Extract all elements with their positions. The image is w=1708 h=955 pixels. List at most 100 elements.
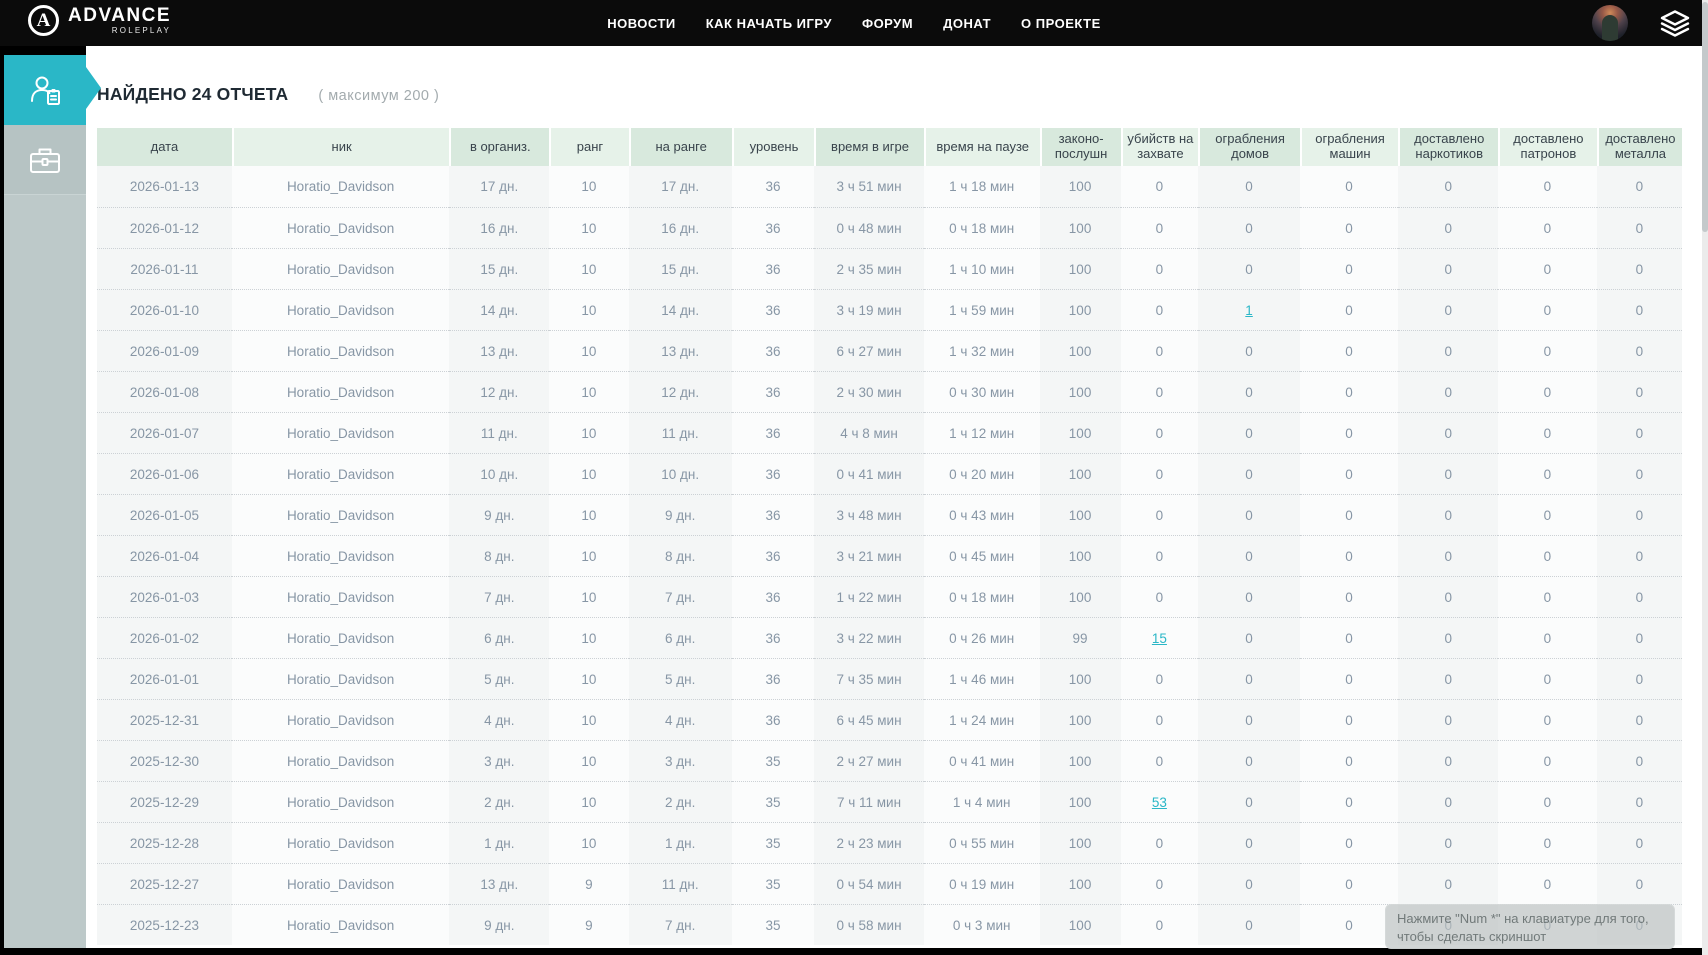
table-cell: 0 (1498, 330, 1597, 371)
table-cell: 17 дн. (449, 166, 550, 207)
table-row: 2026-01-01 Horatio_Davidson 5 дн. 10 5 дн. 36… (97, 658, 1684, 699)
table-cell: 0 ч 43 мин (923, 494, 1040, 535)
table-cell: 10 (549, 658, 629, 699)
table-cell: 0 (1398, 658, 1499, 699)
table-cell: 3 ч 22 мин (814, 617, 924, 658)
layers-icon[interactable] (1660, 10, 1690, 37)
page-scrollbar[interactable] (1702, 0, 1708, 955)
user-avatar[interactable] (1592, 5, 1628, 41)
table-cell: 0 (1120, 699, 1199, 740)
table-cell: 0 (1299, 166, 1399, 207)
table-cell: 15 (1120, 617, 1199, 658)
table-cell: 0 (1596, 699, 1683, 740)
scrollbar-thumb[interactable] (1702, 2, 1708, 232)
table-cell: 1 дн. (628, 822, 732, 863)
table-cell: 2026-01-11 (97, 248, 232, 289)
table-cell: 100 (1039, 371, 1121, 412)
table-cell: 0 (1398, 576, 1499, 617)
table-cell: 0 (1299, 781, 1399, 822)
column-header-12: ограбления машин (1299, 128, 1399, 166)
table-cell: 10 (549, 781, 629, 822)
table-cell: 0 (1198, 781, 1300, 822)
table-cell: Horatio_Davidson (231, 699, 450, 740)
table-cell: 36 (731, 289, 815, 330)
table-cell: 2026-01-07 (97, 412, 232, 453)
table-cell: 4 дн. (628, 699, 732, 740)
table-cell: 100 (1039, 412, 1121, 453)
nav-item-4[interactable]: ДОНАТ (943, 16, 991, 31)
table-row: 2025-12-27 Horatio_Davidson 13 дн. 9 11 дн. 3… (97, 863, 1684, 904)
table-cell: 14 дн. (628, 289, 732, 330)
table-cell: 0 (1498, 412, 1597, 453)
table-cell: 0 (1120, 166, 1199, 207)
table-cell: 2 дн. (628, 781, 732, 822)
table-cell: 0 (1398, 248, 1499, 289)
table-cell: 0 (1596, 207, 1683, 248)
table-cell: 0 (1498, 822, 1597, 863)
table-cell: 0 (1198, 166, 1300, 207)
table-cell: 2025-12-27 (97, 863, 232, 904)
table-cell: 10 (549, 412, 629, 453)
report-detail-link[interactable]: 53 (1152, 795, 1167, 810)
table-cell: 0 (1198, 248, 1300, 289)
table-cell: 0 (1398, 535, 1499, 576)
table-cell: 0 (1198, 535, 1300, 576)
table-cell: 0 (1120, 740, 1199, 781)
table-cell: 100 (1039, 904, 1121, 945)
table-cell: 9 дн. (628, 494, 732, 535)
table-cell: 10 (549, 166, 629, 207)
nav-item-1[interactable]: НОВОСТИ (607, 16, 676, 31)
table-cell: 36 (731, 699, 815, 740)
table-cell: 36 (731, 535, 815, 576)
table-cell: 0 (1120, 863, 1199, 904)
table-cell: 0 (1120, 494, 1199, 535)
table-cell: 6 ч 27 мин (814, 330, 924, 371)
table-cell: 0 (1596, 576, 1683, 617)
table-cell: 8 дн. (628, 535, 732, 576)
table-cell: 0 ч 54 мин (814, 863, 924, 904)
table-cell: 0 (1596, 822, 1683, 863)
table-cell: 0 (1596, 453, 1683, 494)
report-detail-link[interactable]: 15 (1152, 631, 1167, 646)
nav-item-5[interactable]: О ПРОЕКТЕ (1021, 16, 1101, 31)
table-cell: 10 (549, 740, 629, 781)
table-cell: 99 (1039, 617, 1121, 658)
table-cell: Horatio_Davidson (231, 740, 450, 781)
table-cell: 1 ч 4 мин (923, 781, 1040, 822)
table-cell: 0 ч 26 мин (923, 617, 1040, 658)
table-cell: 5 дн. (628, 658, 732, 699)
table-cell: 0 ч 18 мин (923, 576, 1040, 617)
table-cell: 36 (731, 617, 815, 658)
table-body: 2026-01-13 Horatio_Davidson 17 дн. 10 17 дн.… (97, 166, 1684, 945)
column-header-10: убийств на захвате (1120, 128, 1199, 166)
table-cell: 0 (1596, 371, 1683, 412)
column-header-5: на ранге (628, 128, 732, 166)
table-cell: 0 (1120, 535, 1199, 576)
nav-item-2[interactable]: КАК НАЧАТЬ ИГРУ (706, 16, 832, 31)
column-header-8: время на паузе (923, 128, 1040, 166)
table-cell: 3 дн. (449, 740, 550, 781)
table-cell: 10 (549, 289, 629, 330)
table-cell: 0 (1596, 412, 1683, 453)
table-cell: 7 дн. (628, 904, 732, 945)
column-header-1: дата (97, 128, 232, 166)
table-cell: 17 дн. (628, 166, 732, 207)
report-detail-link[interactable]: 1 (1245, 303, 1253, 318)
table-cell: 1 ч 24 мин (923, 699, 1040, 740)
table-cell: 100 (1039, 781, 1121, 822)
table-cell: 0 ч 30 мин (923, 371, 1040, 412)
sidebar-item-reports[interactable] (4, 55, 86, 125)
table-cell: 0 (1120, 904, 1199, 945)
table-cell: 0 (1299, 576, 1399, 617)
table-cell: 0 (1398, 330, 1499, 371)
table-cell: 0 ч 41 мин (923, 740, 1040, 781)
sidebar-item-organization[interactable] (4, 125, 86, 195)
table-cell: 0 (1198, 494, 1300, 535)
table-cell: 36 (731, 207, 815, 248)
table-cell: 0 (1398, 617, 1499, 658)
nav-item-3[interactable]: ФОРУМ (862, 16, 913, 31)
table-cell: 2025-12-30 (97, 740, 232, 781)
table-cell: Horatio_Davidson (231, 576, 450, 617)
table-cell: 0 ч 45 мин (923, 535, 1040, 576)
table-cell: 0 (1120, 371, 1199, 412)
